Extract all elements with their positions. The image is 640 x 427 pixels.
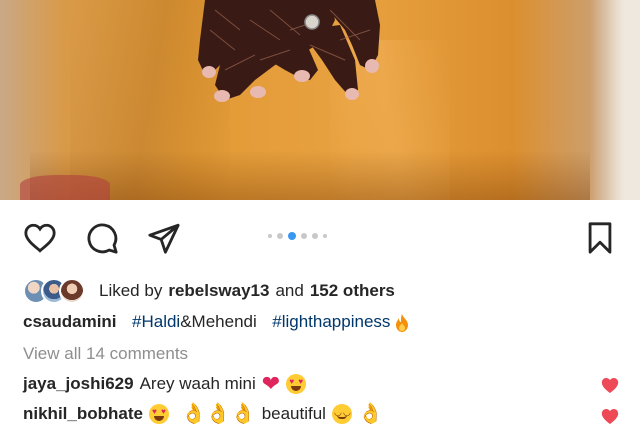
smiling-face-emoji-icon: ◡ ◡ <box>331 404 352 424</box>
view-all-comments-link[interactable]: View all 14 comments <box>23 344 188 364</box>
save-button[interactable] <box>580 215 620 261</box>
likes-others[interactable]: 152 others <box>310 281 395 301</box>
hashtag-lighthappiness[interactable]: #lighthappiness <box>272 312 390 331</box>
carousel-dot-active <box>288 232 296 240</box>
heart-filled-icon <box>601 409 619 425</box>
carousel-dot <box>277 233 283 239</box>
carousel-indicator <box>268 232 327 240</box>
carousel-dot <box>268 234 272 238</box>
heart-eyes-emoji-icon: ♥ ♥ <box>148 404 169 424</box>
heart-outline-icon <box>24 223 56 253</box>
likes-summary[interactable]: Liked by rebelsway13 and 152 others <box>23 278 395 304</box>
red-heart-emoji-icon: ❤ <box>261 371 281 396</box>
heart-filled-icon <box>601 378 619 394</box>
comment-button[interactable] <box>82 215 122 261</box>
carousel-dot <box>323 234 327 238</box>
comment-username[interactable]: nikhil_bobhate <box>23 404 143 424</box>
avatar <box>59 278 85 304</box>
heart-eyes-emoji-icon: ♥ ♥ <box>286 374 307 394</box>
comment-like-button[interactable] <box>600 407 620 425</box>
comment-bubble-icon <box>87 223 118 254</box>
carousel-dot <box>312 233 318 239</box>
liker-avatars <box>23 278 85 304</box>
mehendi-hands <box>198 0 380 102</box>
likes-prefix: Liked by <box>99 281 163 300</box>
liker-username[interactable]: rebelsway13 <box>168 281 269 301</box>
like-button[interactable] <box>20 215 60 261</box>
share-button[interactable] <box>144 215 184 261</box>
caption-username[interactable]: csaudamini <box>23 312 117 331</box>
ok-hand-emoji-icon: 👌 <box>180 403 206 425</box>
comment-username[interactable]: jaya_joshi629 <box>23 374 134 394</box>
hashtag-haldi[interactable]: #Haldi <box>132 312 180 331</box>
fire-emoji-icon <box>396 313 409 332</box>
comment-text: Arey waah mini <box>139 374 256 393</box>
post-caption: csaudamini #Haldi&Mehendi #lighthappines… <box>23 312 409 332</box>
comment-like-button[interactable] <box>600 376 620 394</box>
comment-item: nikhil_bobhate ♥ ♥ 👌 👌 👌 beautiful ◡ ◡ 👌 <box>23 404 383 424</box>
caption-text: &Mehendi <box>180 312 257 331</box>
ok-hand-emoji-icon: 👌 <box>357 403 383 425</box>
likes-joiner: and <box>275 281 304 300</box>
post-photo[interactable] <box>0 0 640 200</box>
comment-text: beautiful <box>261 404 326 423</box>
carousel-dot <box>301 233 307 239</box>
ok-hand-emoji-icon: 👌 <box>205 403 231 425</box>
comment-item: jaya_joshi629 Arey waah mini ❤ ♥ ♥ <box>23 371 307 396</box>
ok-hand-emoji-icon: 👌 <box>230 403 256 425</box>
paper-plane-icon <box>148 223 180 254</box>
bookmark-icon <box>588 222 612 254</box>
